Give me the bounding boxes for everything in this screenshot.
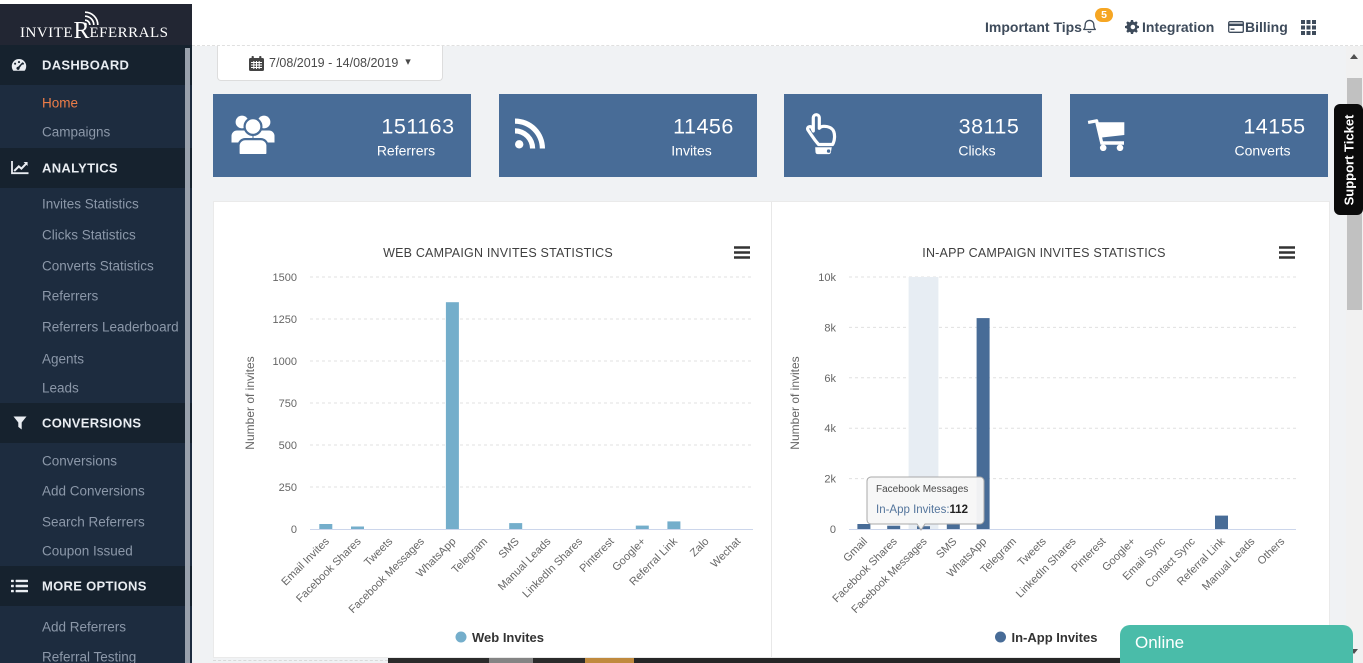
- svg-text:Facebook Messages: Facebook Messages: [876, 484, 968, 495]
- svg-text:Zalo: Zalo: [688, 536, 712, 560]
- svg-text:Manual Leads: Manual Leads: [1200, 535, 1258, 593]
- svg-text:10k: 10k: [818, 272, 836, 284]
- svg-text:500: 500: [279, 440, 297, 452]
- svg-text:1250: 1250: [273, 314, 297, 326]
- svg-text:6k: 6k: [824, 373, 836, 385]
- svg-text:INVITE: INVITE: [20, 25, 73, 41]
- svg-text:Others: Others: [1255, 535, 1287, 567]
- svg-text:LinkedIn Shares: LinkedIn Shares: [520, 535, 585, 600]
- svg-text:250: 250: [279, 482, 297, 494]
- svg-text:WEB CAMPAIGN INVITES STATISTIC: WEB CAMPAIGN INVITES STATISTICS: [383, 246, 613, 260]
- svg-text:In-App Invites: In-App Invites: [1012, 630, 1098, 645]
- svg-text:750: 750: [279, 398, 297, 410]
- svg-text:Wechat: Wechat: [709, 536, 744, 571]
- svg-text:0: 0: [291, 524, 297, 536]
- svg-text:8k: 8k: [824, 322, 836, 334]
- svg-text:Number of invites: Number of invites: [243, 356, 257, 449]
- svg-text:SMS: SMS: [496, 536, 521, 561]
- svg-text:Number of invites: Number of invites: [788, 356, 802, 449]
- svg-text:IN-APP CAMPAIGN INVITES STATIS: IN-APP CAMPAIGN INVITES STATISTICS: [922, 246, 1165, 260]
- svg-text:R: R: [74, 18, 90, 44]
- svg-text:0: 0: [830, 524, 836, 536]
- svg-text:Web Invites: Web Invites: [472, 630, 544, 645]
- svg-text:1000: 1000: [273, 356, 297, 368]
- svg-text:Pinterest: Pinterest: [578, 536, 617, 575]
- svg-text:2k: 2k: [824, 474, 836, 486]
- svg-text:In-App Invites:112: In-App Invites:112: [876, 504, 968, 516]
- svg-text:EFERRALS: EFERRALS: [90, 25, 169, 41]
- svg-text:SMS: SMS: [934, 536, 959, 561]
- svg-text:4k: 4k: [824, 423, 836, 435]
- svg-text:1500: 1500: [273, 272, 297, 284]
